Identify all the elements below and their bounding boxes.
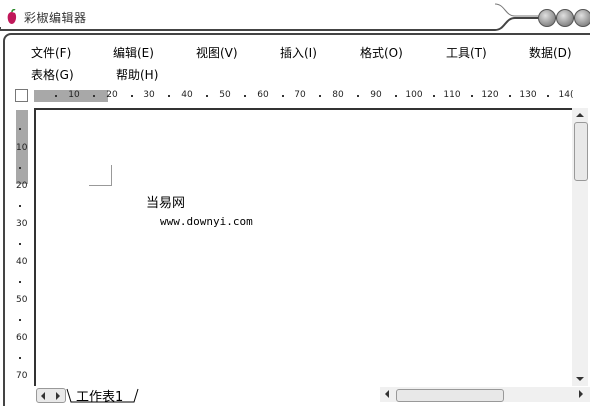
close-icon[interactable]	[574, 9, 590, 27]
ruler-label: 30	[16, 219, 28, 229]
ruler-label: 40	[16, 257, 28, 267]
ruler-label: 100	[405, 90, 423, 100]
ruler-label: 80	[332, 90, 344, 100]
ruler-label: 90	[370, 90, 382, 100]
pepper-icon	[7, 9, 17, 24]
ruler-label: 20	[106, 90, 118, 100]
minimize-icon[interactable]	[538, 9, 556, 27]
margin-corner-mark	[89, 185, 112, 186]
arrow-up-icon[interactable]	[572, 108, 588, 122]
ruler-label: 10	[68, 90, 80, 100]
document-text-url[interactable]: www.downyi.com	[160, 215, 253, 228]
arrow-down-icon[interactable]	[572, 372, 588, 386]
ruler-label: 130	[519, 90, 537, 100]
ruler-label: 14(	[558, 90, 574, 100]
ruler-label: 10	[16, 143, 28, 153]
maximize-icon[interactable]	[556, 9, 574, 27]
ruler-label: 60	[16, 333, 28, 343]
ruler-label: 20	[16, 181, 28, 191]
menu-view[interactable]: 视图(V)	[196, 44, 238, 61]
sheet-tab-active[interactable]: 工作表1	[70, 386, 129, 405]
ruler-label: 70	[294, 90, 306, 100]
vertical-ruler: 10 20 30 40 50 60 70	[16, 110, 29, 386]
menu-insert[interactable]: 插入(I)	[280, 44, 317, 61]
ruler-label: 40	[181, 90, 193, 100]
arrow-left-icon[interactable]	[382, 389, 392, 399]
arrow-right-icon[interactable]	[53, 391, 63, 401]
menu-file[interactable]: 文件(F)	[31, 44, 71, 61]
arrow-right-icon[interactable]	[576, 389, 586, 399]
vertical-scroll-thumb[interactable]	[574, 122, 588, 181]
window-title: 彩椒编辑器	[24, 11, 87, 25]
ruler-corner-checkbox[interactable]	[15, 89, 28, 102]
menu-tools[interactable]: 工具(T)	[446, 44, 487, 61]
ruler-label: 120	[481, 90, 499, 100]
menu-format[interactable]: 格式(O)	[360, 44, 403, 61]
document-text-title[interactable]: 当易网	[146, 192, 185, 211]
ruler-label: 70	[16, 371, 28, 381]
sheet-nav-buttons[interactable]	[36, 388, 66, 403]
horizontal-ruler: 10 20 30 40 50 60 70 80 90 100 110 120 1…	[34, 90, 574, 103]
menu-data[interactable]: 数据(D)	[529, 44, 572, 61]
menu-edit[interactable]: 编辑(E)	[113, 44, 154, 61]
ruler-label: 50	[16, 295, 28, 305]
ruler-label: 30	[143, 90, 155, 100]
menu-table[interactable]: 表格(G)	[31, 66, 74, 83]
ruler-label: 60	[257, 90, 269, 100]
document-canvas[interactable]	[34, 108, 574, 390]
menu-help[interactable]: 帮助(H)	[116, 66, 158, 83]
title-bar: 彩椒编辑器	[0, 0, 590, 32]
ruler-label: 110	[443, 90, 461, 100]
arrow-left-icon[interactable]	[38, 391, 48, 401]
title-bar-frame	[0, 3, 590, 31]
ruler-label: 50	[219, 90, 231, 100]
margin-corner-mark	[111, 165, 112, 186]
horizontal-scroll-thumb[interactable]	[396, 389, 504, 402]
